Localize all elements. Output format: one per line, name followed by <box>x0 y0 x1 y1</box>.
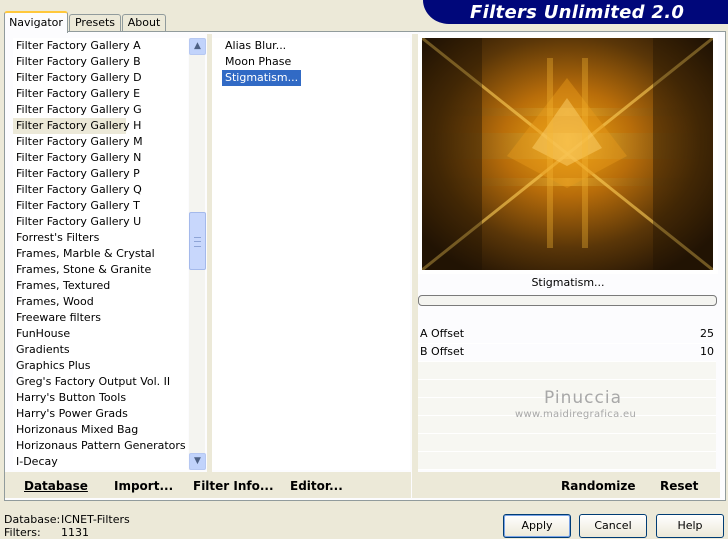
category-item[interactable]: Filter Factory Gallery D <box>13 70 188 86</box>
category-item[interactable]: Graphics Plus <box>13 358 188 374</box>
filters-count: 1131 <box>61 526 89 539</box>
category-item[interactable]: Filter Factory Gallery M <box>13 134 188 150</box>
filter-info-button[interactable]: Filter Info... <box>193 479 274 493</box>
preview-image <box>422 38 713 270</box>
category-item[interactable]: I-Decay <box>13 454 188 470</box>
filter-item[interactable]: Alias Blur... <box>222 38 289 54</box>
category-scrollbar[interactable]: ▲ ▼ <box>189 38 206 470</box>
category-item[interactable]: Filter Factory Gallery U <box>13 214 188 230</box>
category-item[interactable]: Frames, Textured <box>13 278 188 294</box>
database-button[interactable]: Database <box>24 479 88 493</box>
category-item[interactable]: Frames, Marble & Crystal <box>13 246 188 262</box>
param-value: 10 <box>700 345 714 358</box>
category-item[interactable]: Horizonaus Pattern Generators <box>13 438 188 454</box>
category-item[interactable]: Gradients <box>13 342 188 358</box>
category-item[interactable]: Greg's Factory Output Vol. II <box>13 374 188 390</box>
watermark-name: Pinuccia <box>544 388 622 408</box>
param-label: A Offset <box>420 327 465 340</box>
param-row-empty <box>418 362 716 380</box>
param-label: B Offset <box>420 345 465 358</box>
tab-navigator[interactable]: Navigator <box>4 11 68 33</box>
editor-button[interactable]: Editor... <box>290 479 343 493</box>
category-item[interactable]: FunHouse <box>13 326 188 342</box>
category-item[interactable]: Filter Factory Gallery G <box>13 102 188 118</box>
category-item-selected[interactable]: Filter Factory Gallery H <box>13 118 141 134</box>
category-item[interactable]: Filter Factory Gallery Q <box>13 182 188 198</box>
category-list[interactable]: Filter Factory Gallery A Filter Factory G… <box>13 38 188 470</box>
category-item[interactable]: Filter Factory Gallery T <box>13 198 188 214</box>
filter-item[interactable]: Moon Phase <box>222 54 294 70</box>
scroll-up-button[interactable]: ▲ <box>189 38 206 55</box>
tab-presets[interactable]: Presets <box>69 14 121 31</box>
database-label: Database: <box>4 513 61 526</box>
category-item[interactable]: Filter Factory Gallery B <box>13 54 188 70</box>
category-item[interactable]: Frames, Wood <box>13 294 188 310</box>
help-button[interactable]: Help <box>656 514 724 538</box>
param-row-empty <box>418 452 716 470</box>
tab-about[interactable]: About <box>122 14 166 31</box>
apply-button[interactable]: Apply <box>503 514 571 538</box>
watermark-site: www.maidiregrafica.eu <box>515 409 637 420</box>
category-item[interactable]: Forrest's Filters <box>13 230 188 246</box>
scroll-thumb[interactable] <box>189 212 206 270</box>
category-item[interactable]: Horizonaus Mixed Bag <box>13 422 188 438</box>
chevron-down-icon: ▼ <box>194 456 201 466</box>
window-title: Filters Unlimited 2.0 <box>470 2 685 23</box>
reset-button[interactable]: Reset <box>660 479 698 493</box>
param-row-empty <box>418 434 716 452</box>
randomize-button[interactable]: Randomize <box>561 479 635 493</box>
cancel-button[interactable]: Cancel <box>579 514 647 538</box>
category-item[interactable]: Harry's Button Tools <box>13 390 188 406</box>
category-item[interactable]: Filter Factory Gallery E <box>13 86 188 102</box>
category-item[interactable]: Filter Factory Gallery N <box>13 150 188 166</box>
param-row-a-offset[interactable]: A Offset 25 <box>418 326 716 344</box>
chevron-up-icon: ▲ <box>194 41 201 51</box>
progress-bar <box>418 295 717 306</box>
preview-filter-name: Stigmatism... <box>531 276 605 289</box>
scroll-down-button[interactable]: ▼ <box>189 453 206 470</box>
param-row-b-offset[interactable]: B Offset 10 <box>418 344 716 362</box>
database-value: ICNET-Filters <box>61 513 130 526</box>
import-button[interactable]: Import... <box>114 479 173 493</box>
filters-label: Filters: <box>4 526 41 539</box>
category-item[interactable]: Filter Factory Gallery P <box>13 166 188 182</box>
filter-list[interactable]: Alias Blur... Moon Phase Stigmatism... <box>212 38 410 470</box>
category-item[interactable]: Frames, Stone & Granite <box>13 262 188 278</box>
category-item[interactable]: Harry's Power Grads <box>13 406 188 422</box>
filter-item-selected[interactable]: Stigmatism... <box>222 70 302 86</box>
category-item[interactable]: Filter Factory Gallery A <box>13 38 188 54</box>
param-value: 25 <box>700 327 714 340</box>
category-item[interactable]: Freeware filters <box>13 310 188 326</box>
